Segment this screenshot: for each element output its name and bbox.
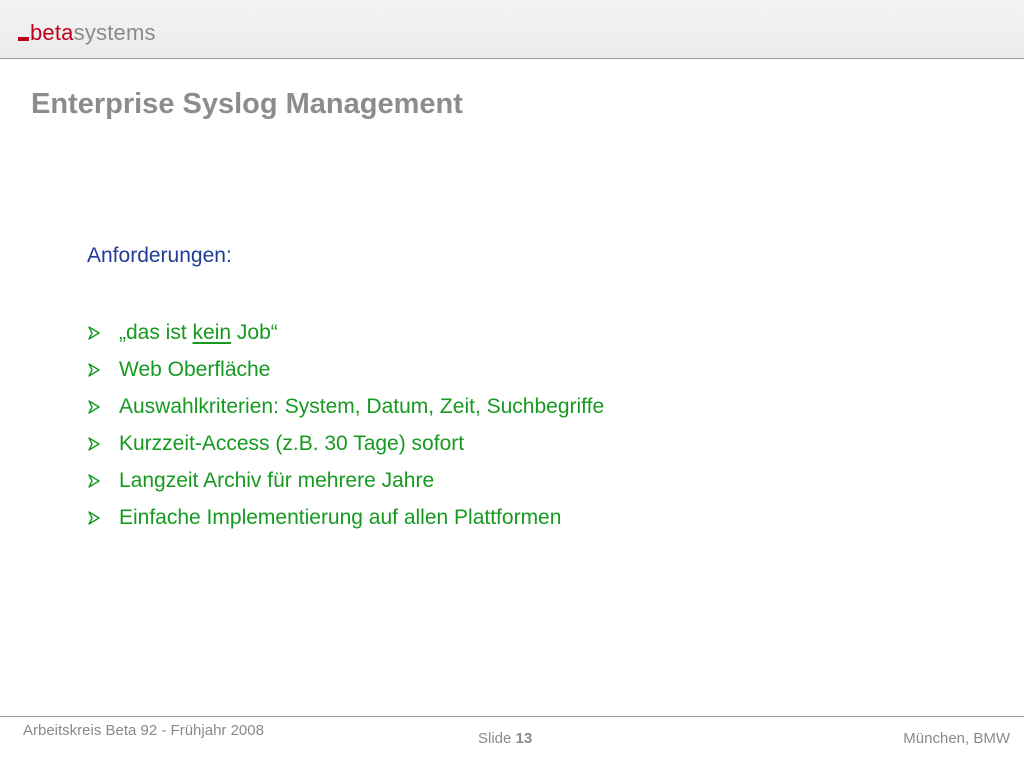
bullet-text-before: „das ist (119, 320, 193, 344)
arrow-bullet-icon (87, 362, 119, 377)
logo-systems-text: systems (73, 20, 156, 45)
bullet-text: „das ist kein Job“ (119, 321, 278, 345)
bullet-item: Auswahlkriterien: System, Datum, Zeit, S… (87, 388, 987, 425)
bullet-item: Einfache Implementierung auf allen Platt… (87, 499, 987, 536)
bullet-item: Langzeit Archiv für mehrere Jahre (87, 462, 987, 499)
bullet-text: Einfache Implementierung auf allen Platt… (119, 505, 562, 529)
footer-divider (0, 716, 1024, 717)
bullet-item: Web Oberfläche (87, 351, 987, 388)
slide-content: Anforderungen: „das ist kein Job“ Web Ob… (87, 240, 987, 536)
footer-event-name: Arbeitskreis Beta 92 - Frühjahr 2008 (23, 722, 264, 739)
bullet-text: Langzeit Archiv für mehrere Jahre (119, 468, 435, 492)
arrow-bullet-icon (87, 436, 119, 451)
bullet-list: „das ist kein Job“ Web Oberfläche Auswah… (87, 314, 987, 536)
bullet-text: Kurzzeit-Access (z.B. 30 Tage) sofort (119, 431, 465, 455)
bullet-text-after: Job“ (231, 320, 278, 344)
bullet-text: Auswahlkriterien: System, Datum, Zeit, S… (119, 394, 605, 418)
slide-number: Slide 13 (478, 730, 532, 747)
arrow-bullet-icon (87, 399, 119, 414)
arrow-bullet-icon (87, 473, 119, 488)
header-band: beta systems (0, 0, 1024, 59)
logo-beta-text: beta (30, 20, 74, 45)
logo-dash (18, 37, 29, 41)
section-heading: Anforderungen: (87, 244, 232, 267)
arrow-bullet-icon (87, 510, 119, 525)
bullet-item: Kurzzeit-Access (z.B. 30 Tage) sofort (87, 425, 987, 462)
slide-number-value: 13 (515, 730, 533, 747)
slide-title: Enterprise Syslog Management (31, 88, 463, 120)
bullet-item: „das ist kein Job“ (87, 314, 987, 351)
arrow-bullet-icon (87, 325, 119, 340)
bullet-text: Web Oberfläche (119, 357, 271, 381)
footer-location: München, BMW (903, 730, 1010, 747)
betasystems-logo: beta systems (18, 14, 156, 44)
slide-number-label: Slide (478, 730, 512, 747)
bullet-text-emphasis: kein (192, 320, 232, 344)
